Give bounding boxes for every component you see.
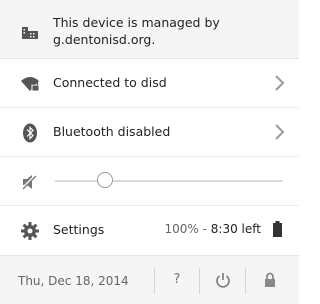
settings-row[interactable]: Settings 100% - 8:30 left: [0, 206, 299, 252]
gear-icon: [21, 222, 39, 240]
wifi-locked-icon: [21, 77, 40, 92]
managed-device-banner[interactable]: This device is managed by g.dentonisd.or…: [0, 0, 299, 59]
volume-slider-thumb[interactable]: [97, 172, 114, 188]
footer-divider: [154, 268, 155, 294]
battery-percent: 100%: [164, 222, 199, 236]
system-tray-panel: This device is managed by g.dentonisd.or…: [0, 0, 299, 304]
bluetooth-icon: [23, 123, 37, 143]
tray-footer: Thu, Dec 18, 2014 ?: [0, 255, 299, 304]
network-row[interactable]: Connected to disd: [0, 59, 299, 108]
battery-icon: [273, 221, 282, 237]
lock-icon[interactable]: [260, 270, 280, 290]
managed-device-text: This device is managed by g.dentonisd.or…: [53, 14, 283, 48]
bluetooth-row[interactable]: Bluetooth disabled: [0, 108, 299, 157]
volume-muted-icon[interactable]: [20, 172, 40, 192]
footer-divider: [245, 268, 246, 294]
building-icon: [22, 27, 38, 39]
battery-separator: -: [198, 222, 211, 236]
volume-row: [0, 156, 299, 206]
battery-time-left: 8:30 left: [210, 222, 261, 236]
footer-divider: [199, 268, 200, 294]
network-label: Connected to disd: [53, 75, 167, 90]
date-label[interactable]: Thu, Dec 18, 2014: [18, 274, 129, 288]
chevron-right-icon: [275, 124, 285, 140]
battery-status: 100% - 8:30 left: [165, 222, 261, 236]
managed-line-2: g.dentonisd.org.: [53, 32, 156, 47]
power-icon[interactable]: [213, 270, 233, 290]
managed-line-1: This device is managed by: [53, 15, 220, 30]
bluetooth-label: Bluetooth disabled: [53, 124, 171, 139]
chevron-right-icon: [275, 75, 285, 91]
volume-slider-track[interactable]: [55, 180, 283, 182]
help-button[interactable]: ?: [167, 270, 187, 290]
settings-label: Settings: [53, 222, 105, 237]
